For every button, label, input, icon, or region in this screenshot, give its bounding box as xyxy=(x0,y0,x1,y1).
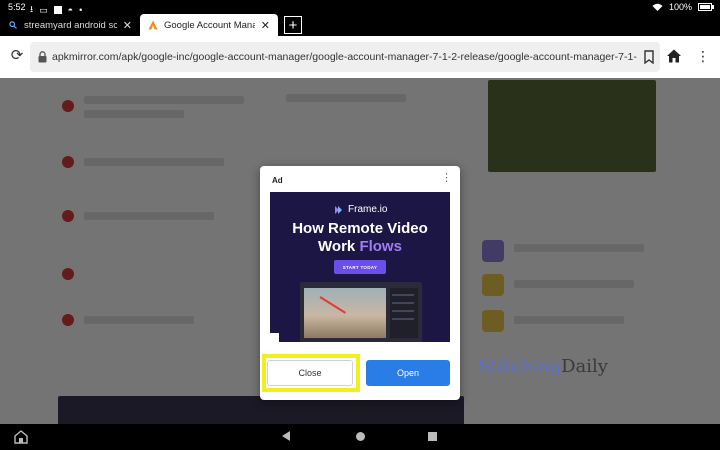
ad-cta-button[interactable]: START TODAY xyxy=(334,260,386,274)
frameio-logo-icon xyxy=(335,205,342,214)
tab-close-icon[interactable]: ✕ xyxy=(123,19,132,32)
watermark-part2: Daily xyxy=(561,356,608,377)
ad-dialog: Ad ⋮ Frame.io How Remote Video Work Flow… xyxy=(260,166,460,400)
battery-icon xyxy=(698,3,714,11)
ad-brand: Frame.io xyxy=(334,204,387,215)
ad-headline-line1: How Remote Video xyxy=(292,220,428,237)
nav-recents-icon[interactable] xyxy=(428,432,437,441)
home-shelf-icon[interactable] xyxy=(14,430,28,444)
ad-creative[interactable]: Frame.io How Remote Video Work Flows STA… xyxy=(270,192,450,342)
apkmirror-favicon-icon xyxy=(148,20,158,30)
preview-image xyxy=(304,288,386,338)
system-nav-bar xyxy=(0,424,720,450)
status-bar: 5:52 ⭳ ▭ ◓ • 100% xyxy=(0,0,720,15)
battery-percent: 100% xyxy=(668,2,692,12)
watermark-part1: Stitching xyxy=(478,356,562,377)
arrow-icon xyxy=(319,296,346,314)
tab-title: streamyard android screens xyxy=(24,19,117,31)
browser-tab-bar: streamyard android screens ✕ Google Acco… xyxy=(0,14,720,36)
browser-toolbar: ⟳ apkmirror.com/apk/google-inc/google-ac… xyxy=(0,36,720,78)
status-time: 5:52 xyxy=(8,2,26,12)
lock-icon xyxy=(38,51,47,63)
url-text[interactable]: apkmirror.com/apk/google-inc/google-acco… xyxy=(52,51,637,63)
watermark: StitchingDaily xyxy=(478,356,608,377)
home-icon[interactable] xyxy=(666,48,682,64)
tab-streamyard[interactable]: streamyard android screens ✕ xyxy=(0,14,140,36)
status-system-icons: 100% xyxy=(652,2,714,12)
address-bar[interactable]: apkmirror.com/apk/google-inc/google-acco… xyxy=(30,42,660,72)
tab-google-account-manager[interactable]: Google Account Manager 7. ✕ xyxy=(140,14,278,36)
new-tab-button[interactable]: + xyxy=(284,16,302,34)
ad-headline-line2: Work Flows xyxy=(270,238,450,256)
tab-title: Google Account Manager 7. xyxy=(164,19,255,31)
preview-sidebar xyxy=(390,288,418,338)
reload-icon[interactable]: ⟳ xyxy=(8,47,26,65)
adchoices-icon[interactable] xyxy=(270,333,279,342)
search-favicon-icon xyxy=(8,20,18,30)
nav-home-icon[interactable] xyxy=(356,432,365,441)
ad-options-icon[interactable]: ⋮ xyxy=(441,173,452,184)
bookmark-icon[interactable] xyxy=(644,50,654,64)
wifi-icon xyxy=(652,3,663,11)
ad-product-preview xyxy=(300,282,422,342)
close-button[interactable]: Close xyxy=(267,360,353,386)
ad-label: Ad xyxy=(272,176,283,185)
more-menu-icon[interactable]: ⋮ xyxy=(695,48,711,64)
tab-close-icon[interactable]: ✕ xyxy=(261,19,270,32)
photo-icon xyxy=(53,6,62,14)
ad-brand-name: Frame.io xyxy=(348,204,388,215)
open-button[interactable]: Open xyxy=(366,360,450,386)
ad-headline-highlight: Flows xyxy=(359,238,402,255)
nav-back-icon[interactable] xyxy=(282,431,290,441)
ad-headline: How Remote Video Work Flows xyxy=(270,220,450,256)
ad-headline-word: Work xyxy=(318,238,360,255)
